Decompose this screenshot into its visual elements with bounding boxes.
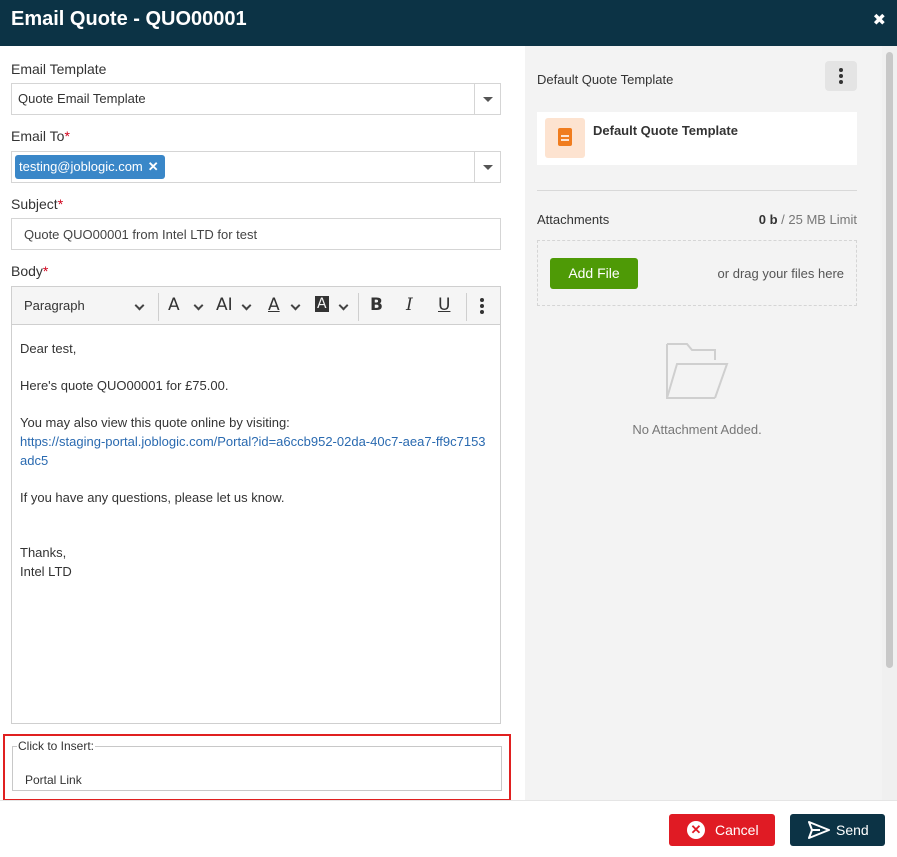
cancel-label: Cancel bbox=[715, 822, 759, 838]
body-label: Body* bbox=[11, 263, 49, 279]
insert-portal-link[interactable]: Portal Link bbox=[25, 773, 82, 787]
chevron-down-icon[interactable] bbox=[338, 300, 349, 311]
email-to-label: Email To* bbox=[11, 128, 70, 144]
required-mark: * bbox=[57, 196, 64, 212]
add-file-button[interactable]: Add File bbox=[550, 258, 638, 289]
template-title: Default Quote Template bbox=[537, 72, 674, 87]
italic-button[interactable]: I bbox=[406, 295, 413, 315]
required-mark: * bbox=[42, 263, 49, 279]
editor-toolbar: Paragraph A AI A A B I U bbox=[12, 287, 500, 325]
body-signoff: Thanks, Intel LTD bbox=[20, 545, 72, 579]
modal-title: Email Quote - QUO00001 bbox=[11, 8, 247, 30]
toolbar-divider bbox=[466, 293, 467, 321]
panel-divider bbox=[537, 190, 857, 191]
email-quote-modal: Email Quote - QUO00001 ✖ Email Template … bbox=[0, 0, 897, 857]
toolbar-divider bbox=[358, 293, 359, 321]
more-vertical-icon[interactable] bbox=[480, 298, 484, 316]
font-family-icon[interactable]: A bbox=[168, 295, 180, 315]
attachment-limit: 0 b / 25 MB Limit bbox=[758, 212, 857, 227]
template-file-name: Default Quote Template bbox=[593, 123, 738, 138]
text-color-icon[interactable]: A bbox=[268, 295, 280, 315]
chevron-down-icon[interactable] bbox=[474, 84, 500, 114]
body-line-quote: Here's quote QUO00001 for £75.00. bbox=[20, 378, 229, 393]
email-template-select[interactable]: Quote Email Template bbox=[11, 83, 501, 115]
template-file-card[interactable]: Default Quote Template bbox=[537, 112, 857, 165]
subject-value: Quote QUO00001 from Intel LTD for test bbox=[24, 227, 258, 242]
document-icon bbox=[545, 118, 585, 158]
body-greeting: Dear test, bbox=[20, 341, 77, 356]
toolbar-divider bbox=[158, 293, 159, 321]
no-attachment-text: No Attachment Added. bbox=[632, 422, 762, 437]
more-vertical-icon bbox=[839, 68, 843, 86]
attachments-panel: Default Quote Template Default Quote Tem… bbox=[525, 46, 882, 800]
email-to-field[interactable]: testing@joblogic.com ✕ bbox=[11, 151, 501, 183]
template-menu-button[interactable] bbox=[825, 61, 857, 91]
editor-content[interactable]: Dear test, Here's quote QUO00001 for £75… bbox=[20, 339, 490, 599]
body-line-questions: If you have any questions, please let us… bbox=[20, 490, 285, 505]
drag-hint: or drag your files here bbox=[717, 266, 844, 281]
attachments-label: Attachments bbox=[537, 212, 610, 227]
cancel-icon: ✕ bbox=[687, 821, 705, 839]
file-dropzone[interactable]: Add File or drag your files here bbox=[537, 240, 857, 306]
paragraph-select[interactable]: Paragraph bbox=[24, 298, 85, 313]
bold-button[interactable]: B bbox=[370, 295, 383, 315]
subject-input[interactable]: Quote QUO00001 from Intel LTD for test bbox=[11, 218, 501, 250]
scrollbar[interactable] bbox=[882, 46, 897, 800]
chevron-down-icon[interactable] bbox=[290, 300, 301, 311]
insert-legend: Click to Insert: bbox=[17, 739, 96, 753]
chevron-down-icon[interactable] bbox=[241, 300, 252, 311]
cancel-button[interactable]: ✕ Cancel bbox=[669, 814, 775, 846]
chevron-down-icon[interactable] bbox=[193, 300, 204, 311]
highlight-icon[interactable]: A bbox=[315, 296, 329, 312]
body-editor[interactable]: Paragraph A AI A A B I U Dear test, Here… bbox=[11, 286, 501, 724]
body-line-portal: You may also view this quote online by v… bbox=[20, 415, 486, 468]
remove-tag-icon[interactable]: ✕ bbox=[148, 159, 159, 175]
send-icon bbox=[808, 821, 830, 839]
required-mark: * bbox=[64, 128, 70, 144]
portal-link[interactable]: https://staging-portal.joblogic.com/Port… bbox=[20, 434, 486, 468]
recipient-tag: testing@joblogic.com ✕ bbox=[15, 155, 165, 179]
email-template-label: Email Template bbox=[11, 61, 107, 77]
font-size-icon[interactable]: AI bbox=[216, 295, 233, 315]
chevron-down-icon[interactable] bbox=[134, 300, 145, 311]
email-template-value: Quote Email Template bbox=[18, 91, 146, 106]
modal-header: Email Quote - QUO00001 ✖ bbox=[0, 0, 897, 46]
send-label: Send bbox=[836, 822, 869, 838]
underline-button[interactable]: U bbox=[438, 295, 450, 315]
send-button[interactable]: Send bbox=[790, 814, 885, 846]
subject-label: Subject* bbox=[11, 196, 64, 212]
chevron-down-icon[interactable] bbox=[474, 152, 500, 182]
empty-folder-icon bbox=[666, 343, 729, 399]
insert-highlight: Portal Link Click to Insert: bbox=[3, 734, 511, 801]
scrollbar-thumb[interactable] bbox=[886, 52, 893, 668]
close-icon[interactable]: ✖ bbox=[873, 10, 886, 29]
modal-footer: ✕ Cancel Send bbox=[0, 800, 897, 857]
